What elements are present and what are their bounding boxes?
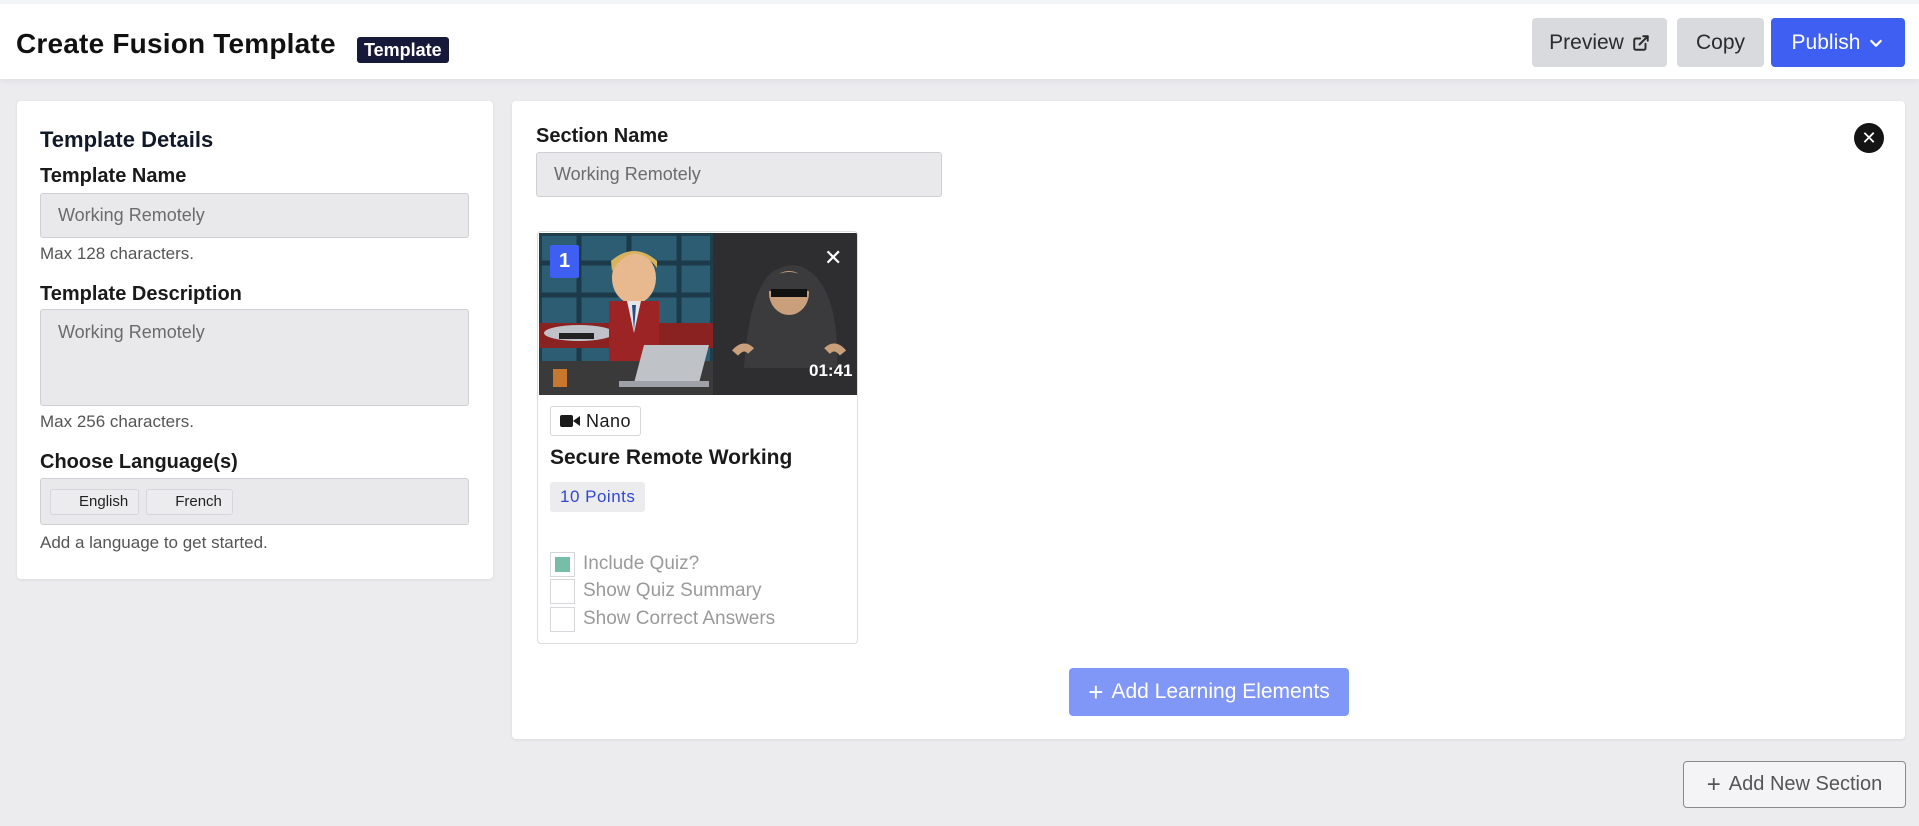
include-quiz-option[interactable]: Include Quiz? [550,551,699,577]
remove-section-button[interactable]: ✕ [1854,123,1884,153]
language-hint: Add a language to get started. [40,533,268,552]
remove-element-button[interactable]: ✕ [824,245,842,271]
section-card: Section Name ✕ [512,101,1905,739]
template-description-value: Working Remotely [58,322,205,342]
include-quiz-checkbox[interactable] [550,551,575,577]
element-type-tag: Nano [550,406,642,436]
template-name-label: Template Name [40,165,187,187]
close-icon: ✕ [1861,128,1877,148]
show-correct-answers-label: Show Correct Answers [583,608,776,629]
show-correct-answers-checkbox[interactable] [550,606,575,632]
show-quiz-summary-checkbox[interactable] [550,578,575,604]
page-title: Create Fusion Template [16,28,336,59]
add-new-section-button[interactable]: + Add New Section [1683,761,1906,808]
element-title: Secure Remote Working [550,446,793,469]
add-learning-elements-label: Add Learning Elements [1111,680,1330,703]
template-description-input[interactable]: Working Remotely [40,309,469,406]
plus-icon: + [1706,770,1721,798]
element-type-label: Nano [586,410,632,431]
copy-label: Copy [1695,30,1746,54]
show-quiz-summary-option[interactable]: Show Quiz Summary [550,578,761,604]
template-badge: Template [357,37,449,63]
template-description-hint: Max 256 characters. [40,412,195,431]
show-correct-answers-option[interactable]: Show Correct Answers [550,606,775,632]
template-description-label: Template Description [40,283,242,305]
add-new-section-label: Add New Section [1728,773,1883,795]
chevron-down-icon [1870,39,1883,47]
publish-label: Publish [1791,30,1861,54]
plus-icon: + [1088,677,1104,707]
include-quiz-label: Include Quiz? [583,553,700,574]
publish-button[interactable]: Publish [1771,18,1905,67]
points-badge: 10 Points [550,482,646,512]
video-thumbnail: 1 ✕ 01:41 [539,233,857,395]
section-name-label: Section Name [536,125,669,147]
language-chip-english[interactable]: English [50,488,140,515]
add-learning-elements-button[interactable]: + Add Learning Elements [1069,668,1349,716]
top-header: Create Fusion Template Template Preview … [0,0,1919,79]
close-icon: ✕ [824,245,843,270]
video-duration: 01:41 [809,361,853,380]
template-details-card: Template Details Template Name Max 128 c… [17,101,493,579]
template-name-input[interactable] [40,193,469,238]
preview-label: Preview [1549,30,1624,54]
preview-button[interactable]: Preview [1532,18,1667,67]
element-number-badge: 1 [550,245,579,278]
video-camera-icon [560,415,580,427]
section-name-input[interactable] [536,152,942,197]
template-details-title: Template Details [40,127,214,152]
language-label: Choose Language(s) [40,451,238,473]
learning-element-card[interactable]: 1 ✕ 01:41 Nano Secure Remote Working 10 … [537,231,858,644]
copy-button[interactable]: Copy [1677,18,1764,67]
external-link-icon [1633,34,1649,51]
language-chip-french[interactable]: French [146,488,233,515]
template-name-hint: Max 128 characters. [40,244,195,263]
show-quiz-summary-label: Show Quiz Summary [583,580,762,601]
language-select[interactable]: English French [40,478,469,525]
